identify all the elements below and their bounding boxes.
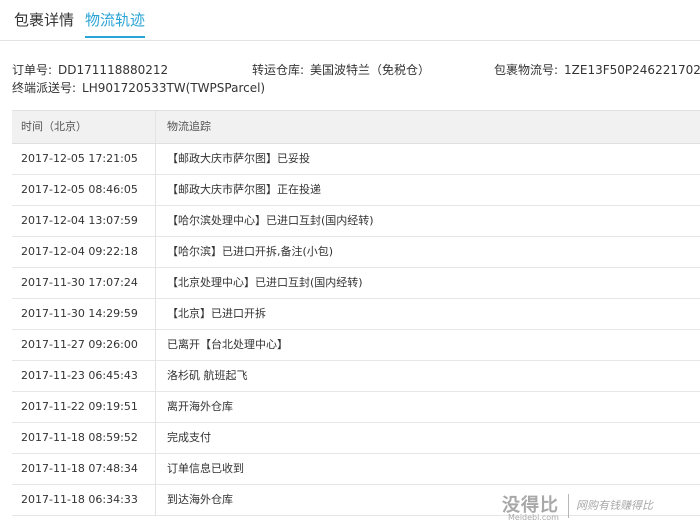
row-desc: 【邮政大庆市萨尔图】正在投递: [167, 183, 321, 196]
final-delivery-value: LH901720533TW(TWPSParcel): [82, 81, 266, 95]
table-row: 2017-12-05 08:46:05 【邮政大庆市萨尔图】正在投递: [12, 175, 700, 206]
parcel-tracking-label: 包裹物流号:: [494, 63, 559, 77]
table-row: 2017-11-27 09:26:00 已离开【台北处理中心】: [12, 330, 700, 361]
row-desc: 【哈尔滨处理中心】已进口互封(国内经转): [167, 214, 374, 227]
table-row: 2017-12-05 17:21:05 【邮政大庆市萨尔图】已妥投: [12, 144, 700, 175]
row-desc: 【北京】已进口开拆: [167, 307, 266, 320]
table-header: 时间（北京） 物流追踪: [12, 111, 700, 144]
table-row: 2017-11-18 07:48:34 订单信息已收到: [12, 454, 700, 485]
tab-logistics-tracking[interactable]: 物流轨迹: [85, 10, 146, 38]
row-desc: 到达海外仓库: [167, 493, 233, 506]
order-number-value: DD171118880212: [58, 63, 169, 77]
row-time: 2017-11-18 07:48:34: [21, 462, 138, 475]
row-desc: 离开海外仓库: [167, 400, 233, 413]
header-time: 时间（北京）: [21, 120, 87, 133]
row-time: 2017-11-27 09:26:00: [21, 338, 138, 351]
final-delivery-label: 终端派送号:: [12, 81, 77, 95]
tab-package-details[interactable]: 包裹详情: [14, 10, 74, 38]
row-time: 2017-11-30 17:07:24: [21, 276, 138, 289]
parcel-tracking-number: 包裹物流号: 1ZE13F50P246221702A: [494, 61, 700, 78]
row-desc: 【北京处理中心】已进口互封(国内经转): [167, 276, 363, 289]
table-row: 2017-11-30 17:07:24 【北京处理中心】已进口互封(国内经转): [12, 268, 700, 299]
table-row: 2017-11-18 08:59:52 完成支付: [12, 423, 700, 454]
table-row: 2017-11-23 06:45:43 洛杉矶 航班起飞: [12, 361, 700, 392]
row-desc: 【邮政大庆市萨尔图】已妥投: [167, 152, 310, 165]
row-desc: 完成支付: [167, 431, 211, 444]
row-time: 2017-11-30 14:29:59: [21, 307, 138, 320]
row-time: 2017-11-18 08:59:52: [21, 431, 138, 444]
header-tracking: 物流追踪: [167, 120, 211, 133]
row-desc: 订单信息已收到: [167, 462, 244, 475]
row-time: 2017-12-05 08:46:05: [21, 183, 138, 196]
order-number: 订单号: DD171118880212: [12, 61, 168, 78]
table-row: 2017-11-22 09:19:51 离开海外仓库: [12, 392, 700, 423]
transit-warehouse: 转运仓库: 美国波特兰（免税仓）: [252, 61, 430, 78]
table-row: 2017-11-30 14:29:59 【北京】已进口开拆: [12, 299, 700, 330]
row-time: 2017-11-18 06:34:33: [21, 493, 138, 506]
row-time: 2017-12-04 09:22:18: [21, 245, 138, 258]
transit-warehouse-label: 转运仓库:: [252, 63, 305, 77]
column-divider: [155, 111, 156, 143]
row-time: 2017-11-22 09:19:51: [21, 400, 138, 413]
final-delivery-number: 终端派送号: LH901720533TW(TWPSParcel): [12, 79, 265, 96]
row-time: 2017-12-05 17:21:05: [21, 152, 138, 165]
transit-warehouse-value: 美国波特兰（免税仓）: [310, 63, 431, 77]
row-desc: 【哈尔滨】已进口开拆,备注(小包): [167, 245, 334, 258]
row-desc: 已离开【台北处理中心】: [167, 338, 288, 351]
tab-bar: 包裹详情 物流轨迹: [0, 0, 700, 41]
row-time: 2017-12-04 13:07:59: [21, 214, 138, 227]
table-row: 2017-12-04 13:07:59 【哈尔滨处理中心】已进口互封(国内经转): [12, 206, 700, 237]
row-desc: 洛杉矶 航班起飞: [167, 369, 248, 382]
table-row: 2017-11-18 06:34:33 到达海外仓库: [12, 485, 700, 516]
parcel-tracking-value: 1ZE13F50P246221702A: [564, 63, 700, 77]
order-number-label: 订单号:: [12, 63, 53, 77]
tracking-table: 时间（北京） 物流追踪 2017-12-05 17:21:05 【邮政大庆市萨尔图…: [12, 110, 700, 516]
row-time: 2017-11-23 06:45:43: [21, 369, 138, 382]
table-row: 2017-12-04 09:22:18 【哈尔滨】已进口开拆,备注(小包): [12, 237, 700, 268]
